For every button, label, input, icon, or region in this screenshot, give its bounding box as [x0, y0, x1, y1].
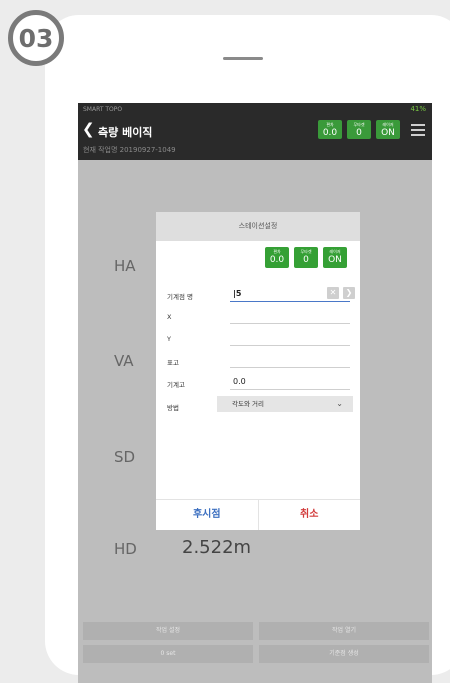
- method-label: 방법: [167, 404, 179, 412]
- battery-indicator: 41%: [410, 105, 426, 113]
- method-row: 방법 각도와 거리 ⌄: [167, 396, 353, 416]
- chip-label: 무타겟: [300, 249, 312, 254]
- no-target-chip[interactable]: 무타겟 0: [294, 247, 318, 268]
- elevation-label: 표고: [167, 359, 179, 367]
- x-input[interactable]: [230, 309, 350, 324]
- hd-label: HD: [114, 540, 137, 558]
- laser-chip[interactable]: 레이저 ON: [376, 120, 400, 139]
- point-name-label: 기계점 명: [167, 293, 193, 301]
- dialog-title: 스테이션설정: [156, 212, 360, 241]
- chip-value: 0.0: [322, 128, 338, 138]
- phone-frame: SMART TOPO 41% ❮ 측량 베이직 편차 0.0 무타겟 0 레이저…: [45, 15, 450, 683]
- chevron-right-icon[interactable]: ❯: [343, 287, 355, 299]
- no-target-chip[interactable]: 무타겟 0: [347, 120, 371, 139]
- speaker-slot: [223, 57, 263, 60]
- current-project-bar: 현재 작업명 20190927-1049: [78, 143, 432, 160]
- chip-value: ON: [381, 128, 395, 138]
- point-name-row: 기계점 명 |5 ✕ ❯: [167, 287, 355, 305]
- hd-value: 2.522m: [182, 537, 252, 558]
- app-bar: ❮ 측량 베이직 편차 0.0 무타겟 0 레이저 ON: [78, 117, 432, 143]
- instrument-height-row: 기계고 0.0: [167, 375, 353, 393]
- y-row: Y: [167, 331, 353, 349]
- app-screen: SMART TOPO 41% ❮ 측량 베이직 편차 0.0 무타겟 0 레이저…: [78, 103, 432, 683]
- job-settings-button[interactable]: 작업 설정: [83, 622, 253, 640]
- sd-label: SD: [114, 448, 136, 466]
- elevation-input[interactable]: [230, 353, 350, 368]
- step-number-badge: 03: [8, 10, 64, 66]
- deviation-chip[interactable]: 편차 0.0: [318, 120, 342, 139]
- ha-label: HA: [114, 257, 136, 275]
- chevron-down-icon: ⌄: [336, 399, 343, 408]
- appbar-status-chips: 편차 0.0 무타겟 0 레이저 ON: [318, 120, 400, 139]
- status-bar: SMART TOPO 41%: [78, 103, 432, 117]
- instrument-height-input[interactable]: 0.0: [230, 375, 350, 390]
- job-open-button[interactable]: 작업 열기: [259, 622, 429, 640]
- method-select[interactable]: 각도와 거리 ⌄: [217, 396, 353, 412]
- cancel-button[interactable]: 취소: [259, 500, 361, 530]
- backsight-button[interactable]: 후시점: [156, 500, 259, 530]
- station-setup-dialog: 스테이션설정 편차 0.0 무타겟 0 레이저 ON 기계점 명 |5 ✕ ❯ …: [156, 212, 360, 530]
- chip-value: 0: [356, 128, 362, 138]
- dialog-status-chips: 편차 0.0 무타겟 0 레이저 ON: [265, 247, 347, 268]
- chip-value: 0.0: [269, 255, 285, 265]
- x-label: X: [167, 313, 172, 321]
- instrument-height-label: 기계고: [167, 381, 185, 389]
- elevation-row: 표고: [167, 353, 353, 371]
- method-selected-value: 각도와 거리: [232, 400, 264, 408]
- hamburger-menu-icon[interactable]: [411, 124, 425, 139]
- clear-icon[interactable]: ✕: [327, 287, 339, 299]
- y-label: Y: [167, 335, 171, 343]
- chip-value: ON: [328, 255, 342, 265]
- laser-chip[interactable]: 레이저 ON: [323, 247, 347, 268]
- status-app-name: SMART TOPO: [83, 106, 123, 113]
- chip-label: 편차: [273, 249, 281, 254]
- chip-label: 무타겟: [353, 122, 365, 127]
- va-label: VA: [114, 352, 134, 370]
- y-input[interactable]: [230, 331, 350, 346]
- deviation-chip[interactable]: 편차 0.0: [265, 247, 289, 268]
- instrument-height-value: 0.0: [233, 377, 246, 386]
- page-title: 측량 베이직: [98, 126, 153, 139]
- chip-value: 0: [303, 255, 309, 265]
- back-chevron-icon[interactable]: ❮: [82, 121, 95, 138]
- x-row: X: [167, 309, 353, 327]
- chip-label: 레이저: [329, 249, 341, 254]
- chip-label: 편차: [326, 122, 334, 127]
- point-name-value: |5: [233, 289, 242, 298]
- chip-label: 레이저: [382, 122, 394, 127]
- dialog-button-bar: 후시점 취소: [156, 499, 360, 530]
